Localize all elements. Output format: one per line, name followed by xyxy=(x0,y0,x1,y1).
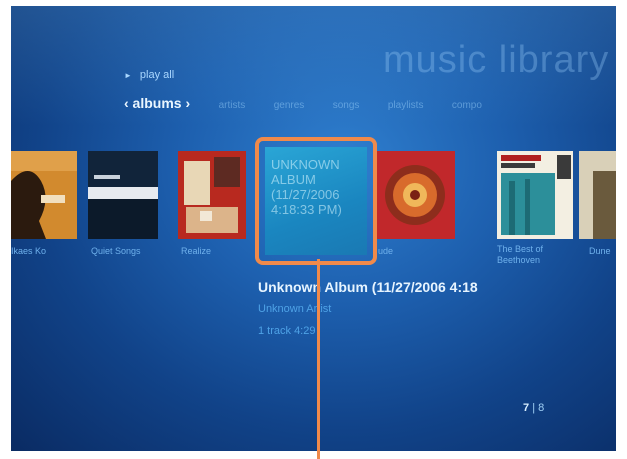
album-label-line: Beethoven xyxy=(497,255,541,265)
page-title: music library xyxy=(383,39,610,81)
album-label: Dune xyxy=(589,246,611,256)
album-cover[interactable] xyxy=(579,151,616,239)
callout-line xyxy=(317,259,320,459)
nav-artists[interactable]: artists xyxy=(219,100,246,111)
play-all-button[interactable]: ► play all xyxy=(124,69,174,81)
selected-album-title: Unknown Album (11/27/2006 4:18 xyxy=(258,279,478,295)
album-cover[interactable] xyxy=(88,151,158,239)
album-art xyxy=(178,151,246,239)
album-label: Ikaes Ko xyxy=(11,246,47,256)
nav-albums[interactable]: ‹ albums › xyxy=(124,95,190,111)
album-label: ude xyxy=(378,246,394,256)
album-label: Realize xyxy=(181,246,212,256)
selected-album-cover: UNKNOWN ALBUM (11/27/2006 4:18:33 PM) xyxy=(265,147,367,255)
play-icon: ► xyxy=(124,71,132,80)
album-art xyxy=(579,151,616,239)
album-cover[interactable] xyxy=(178,151,246,239)
page-current: 7 xyxy=(523,402,530,414)
nav-composers[interactable]: compo xyxy=(452,100,482,111)
album-art xyxy=(11,151,77,239)
category-nav: ‹ albums › artists genres songs playlist… xyxy=(124,95,506,113)
page-indicator: 7 | 8 xyxy=(523,402,544,414)
album-label: Quiet Songs xyxy=(91,246,141,256)
tile-line: UNKNOWN xyxy=(271,157,340,172)
nav-genres[interactable]: genres xyxy=(274,100,305,111)
tile-line: (11/27/2006 xyxy=(271,187,340,202)
album-cover[interactable] xyxy=(497,151,573,239)
selected-album-placeholder-text: UNKNOWN ALBUM (11/27/2006 4:18:33 PM) xyxy=(271,157,367,217)
tile-line: 4:18:33 PM) xyxy=(271,202,342,217)
album-cover[interactable] xyxy=(375,151,455,239)
selected-album-tile[interactable]: UNKNOWN ALBUM (11/27/2006 4:18:33 PM) xyxy=(255,137,377,265)
album-art xyxy=(375,151,455,239)
album-cover[interactable] xyxy=(11,151,77,239)
nav-playlists[interactable]: playlists xyxy=(388,100,424,111)
selected-album-tracks: 1 track 4:29 xyxy=(258,325,316,337)
album-art xyxy=(88,151,158,239)
tile-line: ALBUM xyxy=(271,172,316,187)
page-total: 8 xyxy=(538,402,545,414)
page-separator: | xyxy=(532,402,536,414)
play-all-label: play all xyxy=(139,69,175,81)
selected-album-artist[interactable]: Unknown Artist xyxy=(258,303,331,315)
media-center-screen: music library ► play all ‹ albums › artis… xyxy=(11,6,616,451)
album-label-line: The Best of xyxy=(497,244,544,254)
nav-songs[interactable]: songs xyxy=(333,100,360,111)
album-art xyxy=(497,151,573,239)
